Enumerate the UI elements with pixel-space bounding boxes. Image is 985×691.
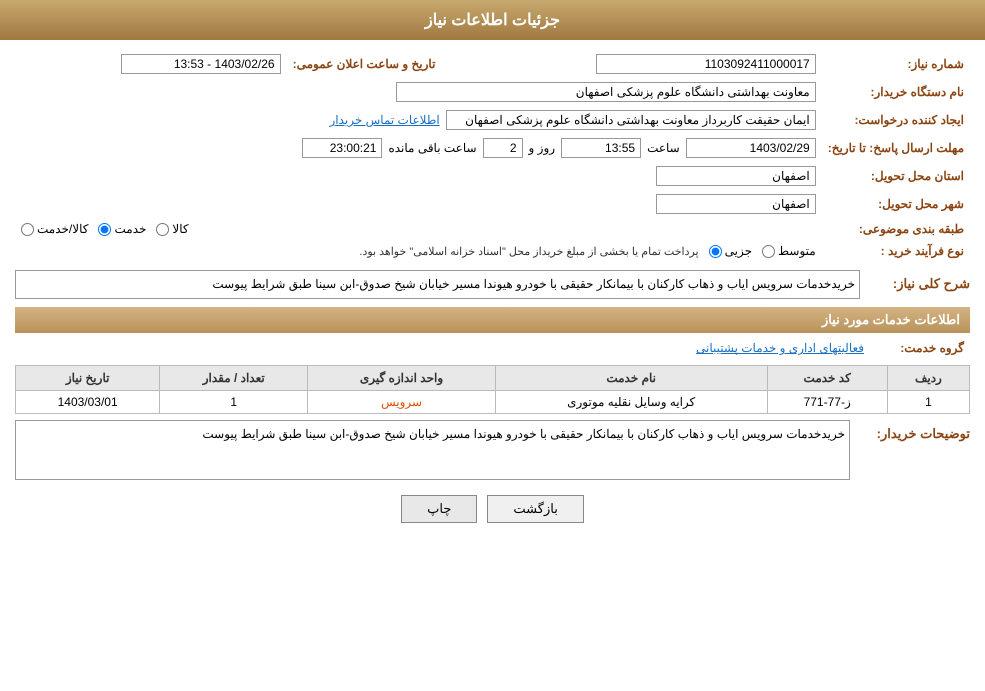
category-radio-kala-khedmat[interactable]	[21, 223, 34, 236]
creator-label: ایجاد کننده درخواست:	[822, 106, 970, 134]
deadline-date-input[interactable]	[686, 138, 816, 158]
services-table-head: ردیف کد خدمت نام خدمت واحد اندازه گیری ت…	[16, 366, 970, 391]
deadline-days-input[interactable]	[483, 138, 523, 158]
deadline-time-label: ساعت	[647, 141, 680, 155]
row-creator: ایجاد کننده درخواست: اطلاعات تماس خریدار	[15, 106, 970, 134]
services-section-title: اطلاعات خدمات مورد نیاز	[822, 312, 960, 327]
province-label: استان محل تحویل:	[822, 162, 970, 190]
category-label-kala: کالا	[172, 222, 188, 236]
date-input[interactable]	[121, 54, 281, 74]
services-table: ردیف کد خدمت نام خدمت واحد اندازه گیری ت…	[15, 365, 970, 414]
contact-link[interactable]: اطلاعات تماس خریدار	[330, 113, 440, 127]
creator-input[interactable]	[446, 110, 816, 130]
date-label: تاریخ و ساعت اعلان عمومی:	[287, 50, 456, 78]
info-table: شماره نیاز: تاریخ و ساعت اعلان عمومی: نا…	[15, 50, 970, 262]
service-group-label: گروه خدمت:	[870, 337, 970, 359]
cell-quantity: 1	[160, 391, 308, 414]
process-note: پرداخت تمام یا بخشی از مبلغ خریداز محل "…	[359, 245, 698, 258]
col-unit: واحد اندازه گیری	[308, 366, 496, 391]
category-label-kala-khedmat: کالا/خدمت	[37, 222, 88, 236]
buyer-notes-textarea[interactable]	[15, 420, 850, 480]
services-section-header: اطلاعات خدمات مورد نیاز	[15, 307, 970, 333]
process-label: نوع فرآیند خرید :	[822, 240, 970, 262]
deadline-remaining-label: ساعت باقی مانده	[388, 141, 476, 155]
process-label-jozii: جزیی	[725, 244, 752, 258]
deadline-row: ساعت روز و ساعت باقی مانده	[21, 138, 816, 158]
col-row-num: ردیف	[887, 366, 969, 391]
service-group-row: گروه خدمت: فعالیتهای اداری و خدمات پشتیب…	[15, 337, 970, 359]
buyer-notes-label: توضیحات خریدار:	[860, 420, 970, 446]
cell-code: ز-77-771	[767, 391, 887, 414]
need-number-input[interactable]	[596, 54, 816, 74]
category-radio-group: کالا/خدمت خدمت کالا	[21, 222, 816, 236]
col-code: کد خدمت	[767, 366, 887, 391]
cell-date: 1403/03/01	[16, 391, 160, 414]
deadline-time-input[interactable]	[561, 138, 641, 158]
buyer-notes-section: توضیحات خریدار:	[15, 420, 970, 483]
content-area: شماره نیاز: تاریخ و ساعت اعلان عمومی: نا…	[0, 40, 985, 543]
process-label-motavasset: متوسط	[778, 244, 816, 258]
page-header: جزئیات اطلاعات نیاز	[0, 0, 985, 40]
print-button[interactable]: چاپ	[401, 495, 477, 523]
service-group-value[interactable]: فعالیتهای اداری و خدمات پشتیبانی	[696, 341, 864, 355]
row-category: طبقه بندی موضوعی: کالا/خدمت خدمت کالا	[15, 218, 970, 240]
services-table-header-row: ردیف کد خدمت نام خدمت واحد اندازه گیری ت…	[16, 366, 970, 391]
row-deadline: مهلت ارسال پاسخ: تا تاریخ: ساعت روز و سا…	[15, 134, 970, 162]
category-option-kala-khedmat[interactable]: کالا/خدمت	[21, 222, 88, 236]
description-title: شرح کلی نیاز:	[860, 270, 970, 296]
services-table-body: 1 ز-77-771 کرایه وسایل نقلیه موتوری سروی…	[16, 391, 970, 414]
process-radio-jozii[interactable]	[709, 245, 722, 258]
row-need-number: شماره نیاز: تاریخ و ساعت اعلان عمومی:	[15, 50, 970, 78]
col-date: تاریخ نیاز	[16, 366, 160, 391]
org-name-input[interactable]	[396, 82, 816, 102]
city-label: شهر محل تحویل:	[822, 190, 970, 218]
page-title: جزئیات اطلاعات نیاز	[425, 12, 560, 29]
cell-row-num: 1	[887, 391, 969, 414]
process-radio-motavasset[interactable]	[762, 245, 775, 258]
deadline-remaining-input[interactable]	[302, 138, 382, 158]
row-process: نوع فرآیند خرید : متوسط جزیی پرداخت تمام…	[15, 240, 970, 262]
description-section: شرح کلی نیاز: خریدخدمات سرویس ایاب و ذها…	[15, 270, 970, 299]
process-option-motavasset[interactable]: متوسط	[762, 244, 816, 258]
row-city: شهر محل تحویل:	[15, 190, 970, 218]
province-input[interactable]	[656, 166, 816, 186]
cell-unit: سرویس	[308, 391, 496, 414]
category-label: طبقه بندی موضوعی:	[822, 218, 970, 240]
category-radio-khedmat[interactable]	[98, 223, 111, 236]
process-option-jozii[interactable]: جزیی	[709, 244, 752, 258]
service-group-table: گروه خدمت: فعالیتهای اداری و خدمات پشتیب…	[15, 337, 970, 359]
category-label-khedmat: خدمت	[114, 222, 146, 236]
description-text: خریدخدمات سرویس ایاب و ذهاب کارکنان با ب…	[15, 270, 860, 299]
row-province: استان محل تحویل:	[15, 162, 970, 190]
need-number-label: شماره نیاز:	[822, 50, 970, 78]
deadline-label: مهلت ارسال پاسخ: تا تاریخ:	[822, 134, 970, 162]
city-input[interactable]	[656, 194, 816, 214]
row-org-name: نام دستگاه خریدار:	[15, 78, 970, 106]
deadline-days-label: روز و	[529, 141, 556, 155]
col-name: نام خدمت	[495, 366, 767, 391]
org-name-label: نام دستگاه خریدار:	[822, 78, 970, 106]
main-container: جزئیات اطلاعات نیاز شماره نیاز: تاریخ و …	[0, 0, 985, 691]
cell-name: کرایه وسایل نقلیه موتوری	[495, 391, 767, 414]
table-row: 1 ز-77-771 کرایه وسایل نقلیه موتوری سروی…	[16, 391, 970, 414]
back-button[interactable]: بازگشت	[487, 495, 583, 523]
button-row: بازگشت چاپ	[15, 495, 970, 523]
category-radio-kala[interactable]	[156, 223, 169, 236]
process-type-group: متوسط جزیی پرداخت تمام یا بخشی از مبلغ خ…	[21, 244, 816, 258]
category-option-khedmat[interactable]: خدمت	[98, 222, 146, 236]
col-quantity: تعداد / مقدار	[160, 366, 308, 391]
creator-row: اطلاعات تماس خریدار	[21, 110, 816, 130]
category-option-kala[interactable]: کالا	[156, 222, 188, 236]
